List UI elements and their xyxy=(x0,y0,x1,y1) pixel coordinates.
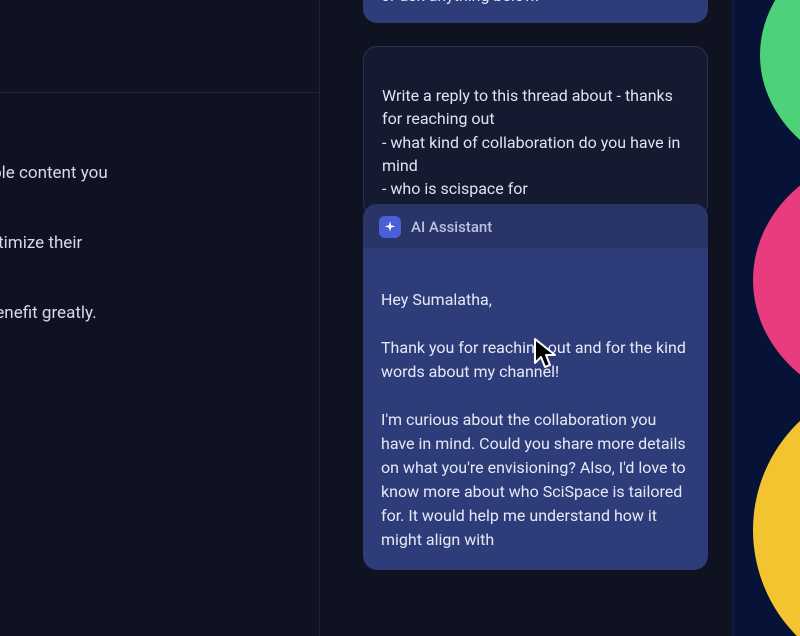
divider xyxy=(0,92,320,93)
assistant-label: AI Assistant xyxy=(411,218,492,236)
email-body-fragment: your audience could benefit greatly. xyxy=(0,301,97,327)
ai-chat-panel: or ask anything below. Write a reply to … xyxy=(350,0,725,636)
assistant-intro-message: or ask anything below. xyxy=(363,0,708,23)
email-content-pane: truly admire the valuable content you to… xyxy=(0,0,320,636)
decorative-shape xyxy=(760,0,800,180)
assistant-reply-text: Hey Sumalatha, Thank you for reaching ou… xyxy=(381,290,686,549)
user-message[interactable]: Write a reply to this thread about - tha… xyxy=(363,46,708,217)
decorative-sidebar xyxy=(732,0,800,636)
assistant-message-header: AI Assistant xyxy=(363,204,708,248)
email-body-fragment: truly admire the valuable content you xyxy=(0,161,108,187)
assistant-message-body[interactable]: Hey Sumalatha, Thank you for reaching ou… xyxy=(363,248,708,570)
user-message-text: Write a reply to this thread about - tha… xyxy=(382,86,680,198)
assistant-intro-text: or ask anything below. xyxy=(381,0,539,5)
email-body-fragment: to help researchers optimize their xyxy=(0,231,82,257)
decorative-shape xyxy=(753,380,800,636)
decorative-shape xyxy=(753,150,800,410)
sparkle-icon xyxy=(379,216,401,238)
assistant-message: AI Assistant Hey Sumalatha, Thank you fo… xyxy=(363,204,708,570)
